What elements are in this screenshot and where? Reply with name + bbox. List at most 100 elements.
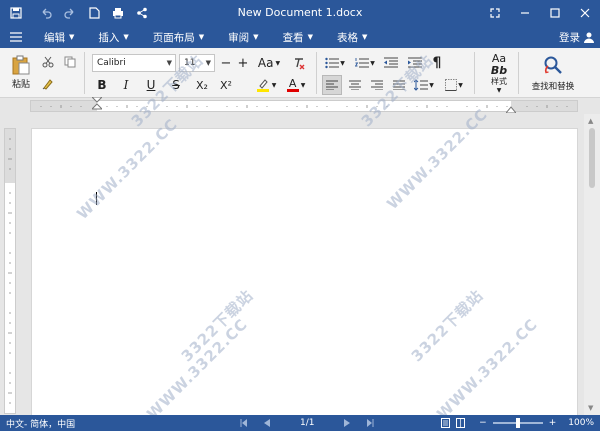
- borders-button[interactable]: ▼: [440, 76, 468, 94]
- right-indent-marker-icon[interactable]: [506, 105, 516, 113]
- menu-edit[interactable]: 编辑 ▼: [32, 26, 86, 48]
- chevron-down-icon: ▼: [370, 59, 375, 67]
- menu-table[interactable]: 表格 ▼: [325, 26, 379, 48]
- grow-font-button[interactable]: +: [235, 54, 251, 72]
- chevron-down-icon: ▼: [429, 81, 434, 89]
- align-right-icon: [371, 80, 383, 90]
- text-cursor: [96, 192, 97, 205]
- strikethrough-button[interactable]: S: [168, 76, 184, 94]
- chevron-down-icon: ▼: [307, 33, 313, 41]
- highlighter-icon: [256, 78, 270, 92]
- font-size-select[interactable]: 11 ▼: [179, 54, 215, 72]
- language-indicator[interactable]: 中文- 简体，中国: [6, 417, 75, 430]
- bold-button[interactable]: B: [94, 76, 110, 94]
- share-icon[interactable]: [130, 0, 154, 26]
- previous-page-icon[interactable]: [264, 419, 270, 427]
- italic-button[interactable]: I: [118, 76, 134, 94]
- status-bar: 中文- 简体，中国 1/1 − + 100%: [0, 415, 600, 431]
- horizontal-ruler-row: [0, 97, 600, 114]
- fullscreen-icon[interactable]: [480, 0, 510, 26]
- scrollbar-thumb[interactable]: [589, 128, 595, 188]
- align-left-icon: [326, 80, 338, 90]
- first-page-icon[interactable]: [240, 419, 248, 427]
- menu-page-layout[interactable]: 页面布局 ▼: [141, 26, 216, 48]
- maximize-icon[interactable]: [540, 0, 570, 26]
- zoom-slider[interactable]: [492, 418, 543, 428]
- subscript-button[interactable]: X₂: [192, 76, 212, 94]
- new-document-icon[interactable]: [82, 0, 106, 26]
- title-bar: New Document 1.docx: [0, 0, 600, 26]
- undo-icon[interactable]: [34, 0, 58, 26]
- ribbon-separator: [316, 52, 317, 94]
- find-replace-button[interactable]: 查找和替换: [524, 51, 582, 95]
- chevron-down-icon: ▼: [361, 33, 368, 41]
- line-spacing-button[interactable]: ▼: [410, 76, 438, 94]
- chevron-down-icon: ▼: [340, 59, 345, 67]
- decrease-indent-icon[interactable]: [382, 54, 400, 72]
- ribbon: 粘贴 Calibri ▼ 11 ▼ − + Aa ▼ B I U S X₂ X² …: [0, 48, 600, 98]
- chevron-down-icon: ▼: [458, 81, 463, 89]
- scroll-down-icon[interactable]: ▼: [588, 404, 593, 412]
- bullets-button[interactable]: ▼: [322, 54, 348, 72]
- justify-icon: [393, 80, 405, 90]
- menu-bar: 编辑 ▼ 插入 ▼ 页面布局 ▼ 审阅 ▼ 查看 ▼ 表格 ▼ 登录: [0, 26, 600, 48]
- align-center-button[interactable]: [346, 76, 364, 94]
- font-name-select[interactable]: Calibri ▼: [92, 54, 176, 72]
- format-painter-icon[interactable]: [40, 76, 56, 92]
- save-icon[interactable]: [4, 0, 28, 26]
- copy-icon[interactable]: [62, 54, 78, 70]
- redo-icon[interactable]: [58, 0, 82, 26]
- scroll-up-icon[interactable]: ▲: [588, 117, 593, 125]
- font-color-button[interactable]: A ▼: [284, 76, 308, 94]
- numbering-button[interactable]: ▼: [352, 54, 378, 72]
- paste-label: 粘贴: [11, 79, 30, 90]
- border-icon: [445, 79, 458, 91]
- horizontal-ruler[interactable]: [30, 97, 578, 113]
- web-layout-icon[interactable]: [456, 418, 466, 428]
- print-layout-icon[interactable]: [441, 418, 451, 428]
- zoom-out-button[interactable]: −: [479, 418, 487, 428]
- underline-button[interactable]: U: [143, 76, 159, 94]
- hamburger-menu-icon[interactable]: [0, 32, 32, 42]
- find-replace-icon: [542, 55, 564, 77]
- chevron-down-icon: ▼: [271, 81, 277, 89]
- next-page-icon[interactable]: [344, 419, 351, 427]
- vertical-scrollbar[interactable]: ▲ ▼: [584, 114, 600, 415]
- paste-button[interactable]: 粘贴: [8, 52, 34, 92]
- zoom-level[interactable]: 100%: [568, 418, 594, 428]
- close-icon[interactable]: [570, 0, 600, 26]
- clear-formatting-icon[interactable]: [290, 54, 308, 72]
- superscript-button[interactable]: X²: [216, 76, 236, 94]
- print-icon[interactable]: [106, 0, 130, 26]
- document-page[interactable]: [31, 128, 578, 415]
- shrink-font-button[interactable]: −: [218, 54, 234, 72]
- last-page-icon[interactable]: [366, 419, 374, 427]
- justify-button[interactable]: [390, 76, 408, 94]
- styles-button[interactable]: Aa Bb 样式 ▼: [484, 51, 514, 95]
- clipboard-icon: [12, 55, 30, 75]
- numbered-list-icon: [355, 57, 370, 69]
- vertical-ruler-ticks: [8, 138, 12, 404]
- page-indicator: 1/1: [300, 418, 315, 428]
- login-button[interactable]: 登录: [559, 26, 594, 48]
- show-formatting-marks-button[interactable]: ¶: [428, 54, 446, 72]
- bullet-list-icon: [325, 57, 340, 69]
- minimize-icon[interactable]: [510, 0, 540, 26]
- zoom-in-button[interactable]: +: [549, 418, 557, 428]
- ribbon-separator: [518, 52, 519, 94]
- cut-icon[interactable]: [40, 54, 56, 70]
- chevron-down-icon: ▼: [166, 59, 172, 67]
- align-left-button[interactable]: [322, 75, 342, 95]
- user-icon: [584, 32, 594, 43]
- indent-marker-icon[interactable]: [92, 97, 102, 111]
- zoom-slider-thumb[interactable]: [515, 418, 520, 428]
- menu-insert[interactable]: 插入 ▼: [86, 26, 140, 48]
- menu-view[interactable]: 查看 ▼: [271, 26, 325, 48]
- highlight-color-button[interactable]: ▼: [254, 76, 278, 94]
- menu-review[interactable]: 审阅 ▼: [216, 26, 270, 48]
- vertical-ruler[interactable]: [4, 128, 16, 414]
- align-right-button[interactable]: [368, 76, 386, 94]
- change-case-button[interactable]: Aa ▼: [258, 54, 280, 72]
- increase-indent-icon[interactable]: [406, 54, 424, 72]
- ruler-ticks: [40, 105, 568, 108]
